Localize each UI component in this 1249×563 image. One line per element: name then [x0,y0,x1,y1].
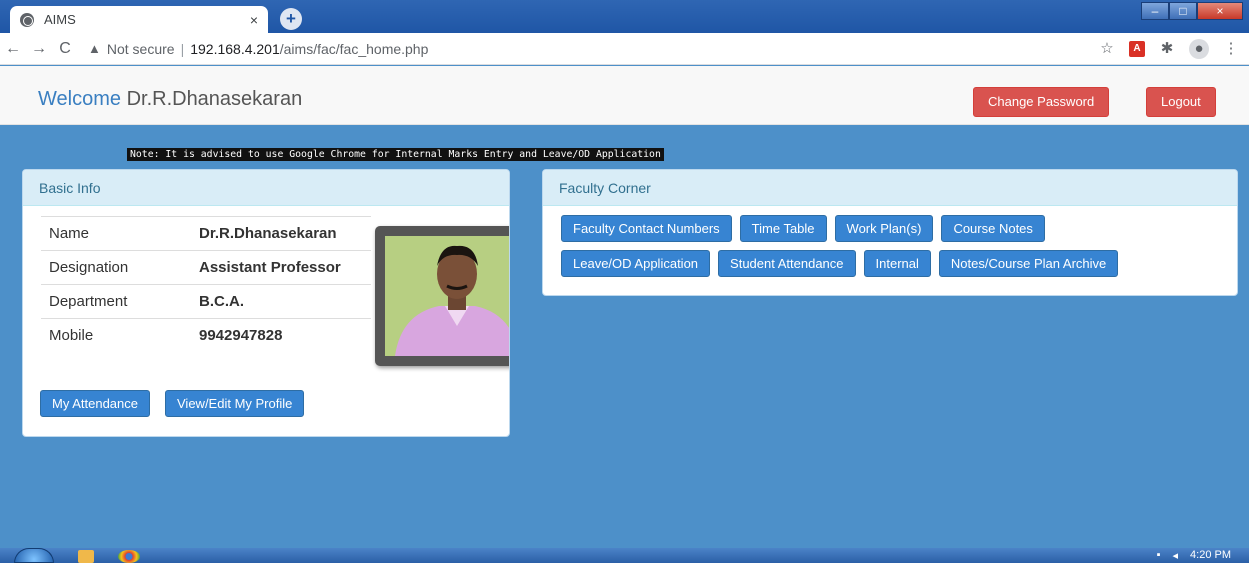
back-icon[interactable]: ← [0,40,26,58]
tab-close-icon[interactable]: × [250,12,258,28]
logout-button[interactable]: Logout [1146,87,1216,117]
notes-course-plan-archive-button[interactable]: Notes/Course Plan Archive [938,250,1119,277]
table-row: Department B.C.A. [41,284,371,319]
minimize-button[interactable]: – [1141,2,1169,20]
system-tray: ▪ ◂ 4:20 PM [1157,549,1231,562]
faculty-links-row: Leave/OD Application Student Attendance … [561,250,1119,277]
basic-info-table: Name Dr.R.Dhanasekaran Designation Assis… [41,216,371,352]
course-notes-button[interactable]: Course Notes [941,215,1045,242]
url-host: 192.168.4.201 [190,40,280,57]
window-controls: – □ × [1141,2,1243,20]
faculty-links-row: Faculty Contact Numbers Time Table Work … [561,215,1045,242]
table-row: Name Dr.R.Dhanasekaran [41,216,371,251]
warning-icon: ▲ [88,41,101,56]
star-icon[interactable]: ☆ [1097,39,1117,59]
profile-photo [375,226,509,366]
app-header: Welcome Dr.R.Dhanasekaran Change Passwor… [0,66,1249,125]
menu-icon[interactable]: ⋮ [1221,39,1241,59]
browser-tabstrip: AIMS × + – □ × [0,0,1249,33]
row-label: Mobile [41,318,191,352]
change-password-button[interactable]: Change Password [973,87,1110,117]
windows-taskbar: ▪ ◂ 4:20 PM [0,548,1249,563]
row-value: Assistant Professor [191,250,371,285]
browser-note: Note: It is advised to use Google Chrome… [127,148,664,161]
faculty-corner-heading: Faculty Corner [543,170,1237,206]
volume-icon[interactable]: ◂ [1173,549,1179,562]
new-tab-button[interactable]: + [280,8,302,30]
person-portrait-icon [385,236,509,356]
explorer-icon[interactable] [78,550,94,563]
address-bar[interactable]: ▲ Not secure | 192.168.4.201 /aims/fac/f… [88,36,468,62]
page-title: Welcome Dr.R.Dhanasekaran [38,88,302,111]
my-attendance-button[interactable]: My Attendance [40,390,150,417]
toolbar-actions: ☆ A ✱ ● ⋮ [1097,39,1241,59]
url-path: /aims/fac/fac_home.php [279,40,429,57]
time-table-button[interactable]: Time Table [739,215,827,242]
reload-icon[interactable]: C [52,40,78,58]
network-icon[interactable]: ▪ [1157,549,1161,562]
basic-info-heading: Basic Info [23,170,509,206]
row-value: Dr.R.Dhanasekaran [191,216,371,251]
security-label: Not secure [106,40,175,57]
leave-od-application-button[interactable]: Leave/OD Application [561,250,711,277]
faculty-contact-numbers-button[interactable]: Faculty Contact Numbers [561,215,732,242]
basic-info-actions: My Attendance View/Edit My Profile [40,390,305,417]
pdf-extension-icon[interactable]: A [1129,41,1145,57]
maximize-button[interactable]: □ [1169,2,1197,20]
clock[interactable]: 4:20 PM [1190,549,1231,562]
basic-info-panel: Basic Info Name Dr.R.Dhanasekaran Design… [22,169,510,437]
row-label: Department [41,284,191,319]
internal-button[interactable]: Internal [863,250,931,277]
puzzle-icon[interactable]: ✱ [1157,39,1177,59]
faculty-corner-panel: Faculty Corner Faculty Contact Numbers T… [542,169,1238,296]
work-plans-button[interactable]: Work Plan(s) [834,215,934,242]
profile-icon[interactable]: ● [1189,39,1209,59]
tab-title: AIMS [44,12,76,27]
globe-icon [20,12,34,27]
browser-toolbar: ← → C ▲ Not secure | 192.168.4.201 /aims… [0,33,1249,65]
table-row: Mobile 9942947828 [41,318,371,352]
row-value: 9942947828 [191,318,371,352]
row-value: B.C.A. [191,284,371,319]
table-row: Designation Assistant Professor [41,250,371,285]
welcome-user-name: Dr.R.Dhanasekaran [126,88,303,110]
row-label: Designation [41,250,191,285]
start-button[interactable] [14,548,54,563]
student-attendance-button[interactable]: Student Attendance [718,250,856,277]
url-separator: | [180,40,185,57]
forward-icon[interactable]: → [26,40,52,58]
row-label: Name [41,216,191,251]
close-window-button[interactable]: × [1197,2,1243,20]
edit-profile-button[interactable]: View/Edit My Profile [165,390,305,417]
welcome-word: Welcome [38,88,121,110]
chrome-icon[interactable] [118,550,140,563]
browser-tab[interactable]: AIMS × [10,6,268,33]
